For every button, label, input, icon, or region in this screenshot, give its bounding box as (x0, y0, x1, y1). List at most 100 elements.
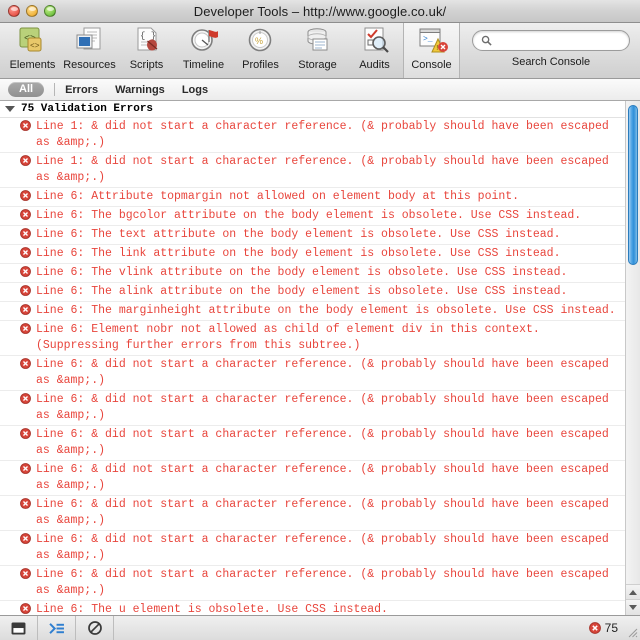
search-input[interactable] (496, 33, 621, 48)
tab-scripts[interactable]: { } Scripts (118, 23, 175, 78)
search-icon (481, 35, 492, 46)
console-message-row[interactable]: Line 6: The marginheight attribute on th… (0, 302, 625, 321)
console-message-row[interactable]: Line 6: & did not start a character refe… (0, 461, 625, 496)
search-field[interactable] (472, 30, 630, 51)
console-message-text: Line 1: & did not start a character refe… (36, 120, 616, 149)
tab-console[interactable]: >_ ! Console (403, 23, 460, 78)
console-prompt-button[interactable] (38, 616, 76, 640)
svg-text:!: ! (436, 45, 438, 52)
console-message-text: Line 6: The alink attribute on the body … (36, 285, 568, 298)
svg-text:{ }: { } (140, 31, 156, 41)
console-message-row[interactable]: Line 6: Attribute topmargin not allowed … (0, 188, 625, 207)
console-message-text: Line 6: The u element is obsolete. Use C… (36, 603, 388, 615)
console-message-row[interactable]: Line 6: & did not start a character refe… (0, 426, 625, 461)
timeline-icon (190, 29, 218, 51)
panel-toolbar: <> <> Elements Resources { } (0, 23, 640, 79)
console-message-text: Line 6: Attribute topmargin not allowed … (36, 190, 520, 203)
tab-label: Audits (359, 59, 390, 71)
scrollbar-thumb[interactable] (628, 105, 638, 265)
tab-elements[interactable]: <> <> Elements (4, 23, 61, 78)
console-message-list[interactable]: 75 Validation Errors Line 1: & did not s… (0, 101, 625, 615)
error-circle-icon (20, 155, 31, 166)
audits-icon (364, 27, 389, 53)
console-message-row[interactable]: Line 6: & did not start a character refe… (0, 391, 625, 426)
console-filter-bar: All Errors Warnings Logs (0, 79, 640, 101)
console-message-row[interactable]: Line 6: & did not start a character refe… (0, 566, 625, 601)
console-message-text: Line 6: & did not start a character refe… (36, 568, 616, 597)
svg-text:<>: <> (30, 42, 40, 51)
console-panel: 75 Validation Errors Line 1: & did not s… (0, 101, 640, 615)
console-message-row[interactable]: Line 6: & did not start a character refe… (0, 356, 625, 391)
tab-audits[interactable]: Audits (346, 23, 403, 78)
error-circle-icon (20, 304, 31, 315)
console-message-text: Line 6: The link attribute on the body e… (36, 247, 561, 260)
filter-divider (54, 83, 56, 96)
filter-errors[interactable]: Errors (65, 84, 98, 96)
console-message-row[interactable]: Line 1: & did not start a character refe… (0, 153, 625, 188)
filter-all[interactable]: All (8, 82, 45, 97)
prompt-chevron-icon (48, 622, 64, 634)
console-message-row[interactable]: Line 6: & did not start a character refe… (0, 531, 625, 566)
console-message-row[interactable]: Line 6: The u element is obsolete. Use C… (0, 601, 625, 615)
close-button[interactable] (8, 5, 20, 17)
error-circle-icon (20, 533, 31, 544)
search-caption: Search Console (511, 56, 591, 68)
console-message-text: Line 6: & did not start a character refe… (36, 428, 616, 457)
console-message-row[interactable]: Line 6: The bgcolor attribute on the bod… (0, 207, 625, 226)
console-message-text: Line 6: The bgcolor attribute on the bod… (36, 209, 582, 222)
dock-console-button[interactable] (0, 616, 38, 640)
console-rows: Line 1: & did not start a character refe… (0, 118, 625, 615)
console-message-row[interactable]: Line 6: The alink attribute on the body … (0, 283, 625, 302)
error-circle-icon (20, 603, 31, 614)
tab-profiles[interactable]: % Profiles (232, 23, 289, 78)
error-circle-icon (20, 209, 31, 220)
profiles-icon: % (248, 28, 271, 52)
clear-console-button[interactable] (76, 616, 114, 640)
console-message-row[interactable]: Line 6: & did not start a character refe… (0, 496, 625, 531)
error-circle-icon (20, 498, 31, 509)
error-circle-icon (20, 266, 31, 277)
console-message-text: Line 6: The marginheight attribute on th… (36, 304, 616, 317)
validation-errors-group-header[interactable]: 75 Validation Errors (0, 101, 625, 118)
tab-resources[interactable]: Resources (61, 23, 118, 78)
title-bar: Developer Tools – http://www.google.co.u… (0, 0, 640, 23)
console-message-row[interactable]: Line 6: Element nobr not allowed as chil… (0, 321, 625, 356)
storage-icon (307, 28, 327, 51)
elements-icon: <> <> (19, 27, 41, 52)
console-message-text: Line 1: & did not start a character refe… (36, 155, 616, 184)
status-bar: 75 (0, 615, 640, 640)
console-message-row[interactable]: Line 6: The vlink attribute on the body … (0, 264, 625, 283)
minimize-button[interactable] (26, 5, 38, 17)
error-circle-icon (20, 393, 31, 404)
triangle-down-icon[interactable] (5, 106, 15, 112)
filter-logs[interactable]: Logs (182, 84, 208, 96)
tab-storage[interactable]: Storage (289, 23, 346, 78)
resize-grip-icon[interactable] (625, 625, 638, 638)
scripts-icon: { } (137, 27, 157, 51)
window-controls (0, 5, 56, 17)
error-circle-icon (20, 323, 31, 334)
console-message-text: Line 6: & did not start a character refe… (36, 463, 616, 492)
scroll-down-button[interactable] (626, 599, 640, 615)
console-message-row[interactable]: Line 6: The text attribute on the body e… (0, 226, 625, 245)
tab-timeline[interactable]: Timeline (175, 23, 232, 78)
error-circle-icon (588, 622, 601, 634)
group-header-label: 75 Validation Errors (21, 103, 154, 115)
error-circle-icon (20, 228, 31, 239)
tab-label: Storage (298, 59, 337, 71)
console-message-row[interactable]: Line 6: The link attribute on the body e… (0, 245, 625, 264)
tab-label: Console (411, 59, 452, 71)
console-message-text: Line 6: & did not start a character refe… (36, 358, 616, 387)
svg-text:>_: >_ (423, 35, 433, 44)
console-message-text: Line 6: & did not start a character refe… (36, 393, 616, 422)
arrow-down-icon (629, 605, 637, 610)
error-circle-icon (20, 358, 31, 369)
console-scrollbar[interactable] (625, 101, 640, 615)
zoom-button[interactable] (44, 5, 56, 17)
scroll-up-button[interactable] (626, 584, 640, 600)
filter-warnings[interactable]: Warnings (115, 84, 165, 96)
tab-label: Elements (9, 59, 56, 71)
console-message-text: Line 6: & did not start a character refe… (36, 498, 616, 527)
console-message-text: Line 6: & did not start a character refe… (36, 533, 616, 562)
console-message-row[interactable]: Line 1: & did not start a character refe… (0, 118, 625, 153)
